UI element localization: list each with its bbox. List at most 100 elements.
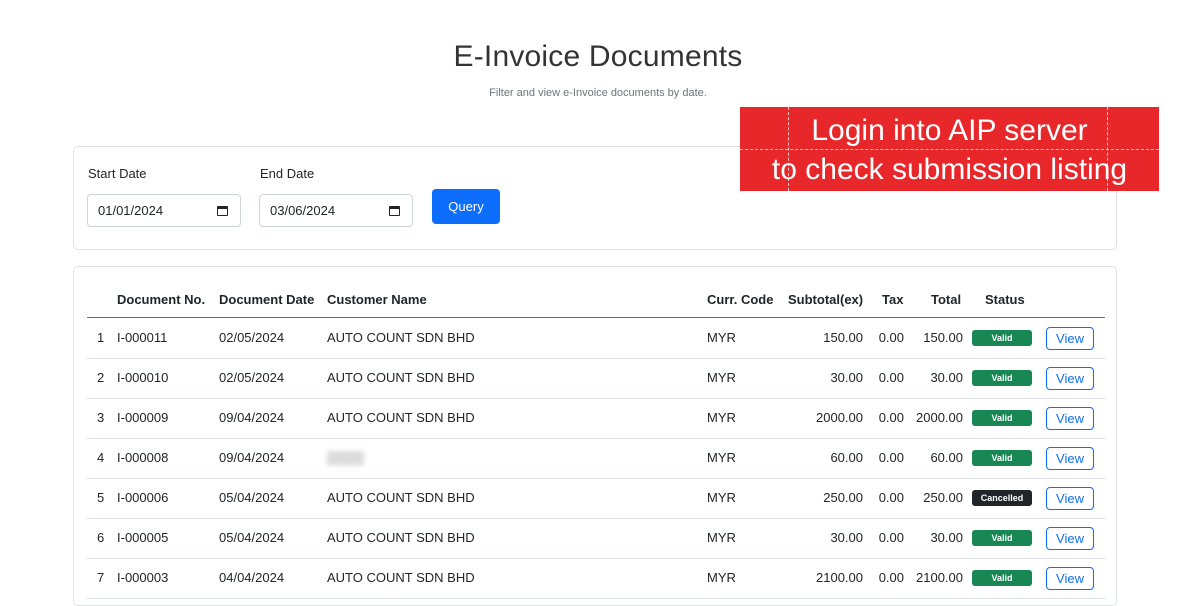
tax-cell: 0.00 <box>878 530 904 545</box>
calendar-icon[interactable] <box>217 206 228 216</box>
customer-name-cell: AUTO COUNT SDN BHD <box>327 330 475 345</box>
row-index: 6 <box>97 530 105 545</box>
document-no-cell: I-000006 <box>117 490 169 505</box>
document-date-cell: 04/04/2024 <box>219 570 285 585</box>
col-total[interactable]: Total <box>931 292 961 307</box>
total-cell: 2100.00 <box>916 570 963 585</box>
table-row: 5 I-000006 05/04/2024 AUTO COUNT SDN BHD MYR… <box>87 478 1105 519</box>
start-date-label: Start Date <box>88 166 147 181</box>
tax-cell: 0.00 <box>878 490 904 505</box>
view-button[interactable]: View <box>1046 487 1094 510</box>
curr-code-cell: MYR <box>707 490 736 505</box>
view-button[interactable]: View <box>1046 327 1094 350</box>
document-date-cell: 09/04/2024 <box>219 450 285 465</box>
col-document-date[interactable]: Document Date <box>219 292 314 307</box>
view-button[interactable]: View <box>1046 407 1094 430</box>
status-badge: Valid <box>972 370 1032 386</box>
start-date-input[interactable]: 01/01/2024 <box>87 194 241 227</box>
row-index: 4 <box>97 450 105 465</box>
tax-cell: 0.00 <box>878 410 904 425</box>
customer-name-cell: AUTO COUNT SDN BHD <box>327 370 475 385</box>
status-badge: Valid <box>972 450 1032 466</box>
table-row: 4 I-000008 09/04/2024 MYR 60.00 0.00 60.00 ▒▒▒▒… <box>87 438 1105 479</box>
document-date-cell: 09/04/2024 <box>219 410 285 425</box>
document-no-cell: I-000010 <box>117 370 169 385</box>
subtotal-cell: 60.00 <box>830 450 863 465</box>
row-index: 3 <box>97 410 105 425</box>
end-date-label: End Date <box>260 166 315 181</box>
status-badge: Valid <box>972 570 1032 586</box>
col-curr-code[interactable]: Curr. Code <box>707 292 773 307</box>
document-date-cell: 05/04/2024 <box>219 530 285 545</box>
page-subtitle: Filter and view e-Invoice documents by d… <box>489 87 707 99</box>
col-customer-name[interactable]: Customer Name <box>327 292 427 307</box>
annotation-line-2: to check submission listing <box>771 153 1128 186</box>
customer-name-cell: AUTO COUNT SDN BHD <box>327 410 475 425</box>
document-date-cell: 02/05/2024 <box>219 330 285 345</box>
view-button[interactable]: View <box>1046 447 1094 470</box>
col-tax[interactable]: Tax <box>882 292 903 307</box>
total-cell: 2000.00 <box>916 410 963 425</box>
view-button[interactable]: View <box>1046 527 1094 550</box>
curr-code-cell: MYR <box>707 330 736 345</box>
curr-code-cell: MYR <box>707 530 736 545</box>
tax-cell: 0.00 <box>878 370 904 385</box>
document-no-cell: I-000005 <box>117 530 169 545</box>
annotation-banner: Login into AIP server to check submissio… <box>740 107 1159 191</box>
subtotal-cell: 250.00 <box>823 490 863 505</box>
row-index: 7 <box>97 570 105 585</box>
status-badge: Valid <box>972 530 1032 546</box>
documents-table: Document No. Document Date Customer Name… <box>73 266 1117 606</box>
table-row: 7 I-000003 04/04/2024 AUTO COUNT SDN BHD MYR… <box>87 558 1105 599</box>
customer-name-redacted: ▒▒▒▒ <box>327 450 364 465</box>
subtotal-cell: 30.00 <box>830 530 863 545</box>
calendar-icon[interactable] <box>389 206 400 216</box>
query-button[interactable]: Query <box>432 189 500 224</box>
total-cell: 30.00 <box>930 530 963 545</box>
total-cell: 60.00 <box>930 450 963 465</box>
tax-cell: 0.00 <box>878 330 904 345</box>
status-badge: Cancelled <box>972 490 1032 506</box>
table-row: 6 I-000005 05/04/2024 AUTO COUNT SDN BHD MYR… <box>87 518 1105 559</box>
col-status[interactable]: Status <box>985 292 1025 307</box>
start-date-value: 01/01/2024 <box>98 203 164 218</box>
tax-cell: 0.00 <box>878 570 904 585</box>
tax-cell: 0.00 <box>878 450 904 465</box>
table-row: 1 I-000011 02/05/2024 AUTO COUNT SDN BHD MYR… <box>87 318 1105 359</box>
document-date-cell: 05/04/2024 <box>219 490 285 505</box>
curr-code-cell: MYR <box>707 370 736 385</box>
customer-name-cell: AUTO COUNT SDN BHD <box>327 570 475 585</box>
document-no-cell: I-000011 <box>117 330 168 345</box>
subtotal-cell: 30.00 <box>830 370 863 385</box>
total-cell: 30.00 <box>930 370 963 385</box>
row-index: 2 <box>97 370 105 385</box>
end-date-value: 03/06/2024 <box>270 203 336 218</box>
col-document-no[interactable]: Document No. <box>117 292 205 307</box>
document-no-cell: I-000008 <box>117 450 169 465</box>
table-row: 2 I-000010 02/05/2024 AUTO COUNT SDN BHD MYR… <box>87 358 1105 399</box>
status-badge: Valid <box>972 330 1032 346</box>
view-button[interactable]: View <box>1046 367 1094 390</box>
total-cell: 150.00 <box>923 330 963 345</box>
end-date-input[interactable]: 03/06/2024 <box>259 194 413 227</box>
document-no-cell: I-000003 <box>117 570 169 585</box>
subtotal-cell: 2100.00 <box>816 570 863 585</box>
document-no-cell: I-000009 <box>117 410 169 425</box>
document-date-cell: 02/05/2024 <box>219 370 285 385</box>
col-subtotal[interactable]: Subtotal(ex) <box>788 292 863 307</box>
row-index: 5 <box>97 490 105 505</box>
customer-name-cell: AUTO COUNT SDN BHD <box>327 490 475 505</box>
subtotal-cell: 2000.00 <box>816 410 863 425</box>
status-badge: Valid <box>972 410 1032 426</box>
total-cell: 250.00 <box>923 490 963 505</box>
subtotal-cell: 150.00 <box>823 330 863 345</box>
table-row: 3 I-000009 09/04/2024 AUTO COUNT SDN BHD MYR… <box>87 398 1105 439</box>
annotation-line-1: Login into AIP server <box>811 114 1088 147</box>
curr-code-cell: MYR <box>707 570 736 585</box>
customer-name-cell: AUTO COUNT SDN BHD <box>327 530 475 545</box>
row-index: 1 <box>97 330 105 345</box>
curr-code-cell: MYR <box>707 410 736 425</box>
view-button[interactable]: View <box>1046 567 1094 590</box>
page-title: E-Invoice Documents <box>453 40 743 73</box>
curr-code-cell: MYR <box>707 450 736 465</box>
